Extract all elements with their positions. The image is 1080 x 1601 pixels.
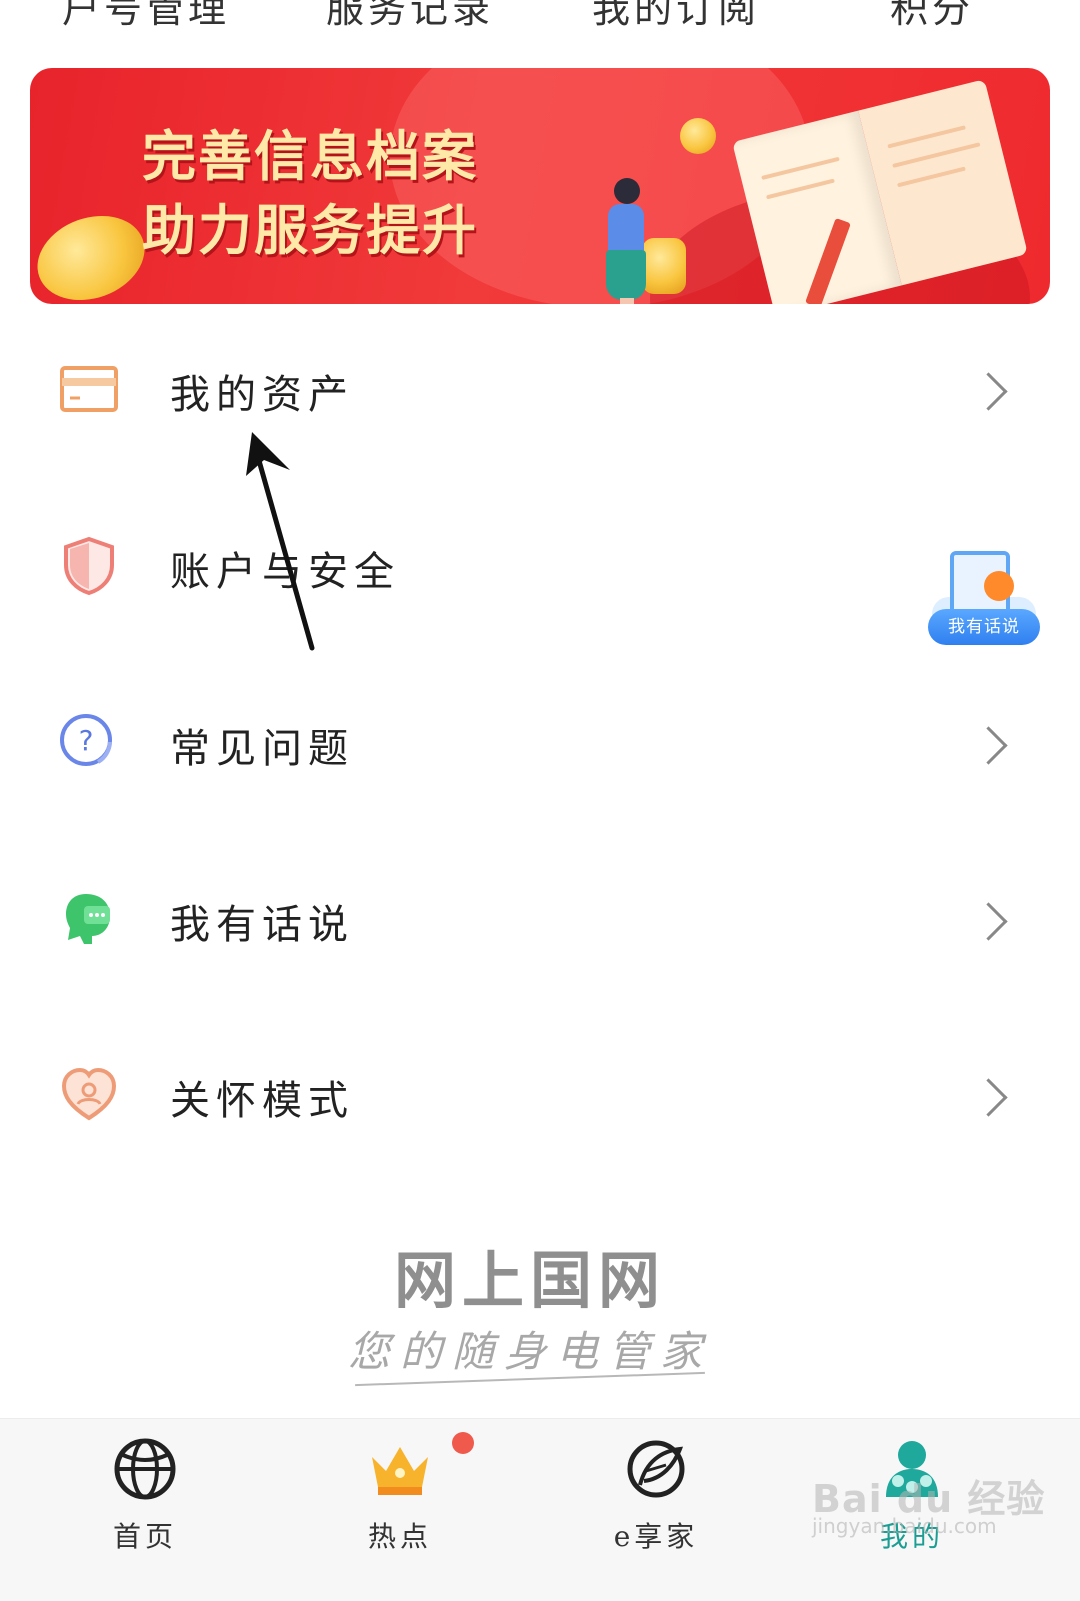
banner-title-line2: 助力服务提升 xyxy=(142,199,478,262)
chevron-right-icon xyxy=(969,902,1008,941)
menu-label: 我的资产 xyxy=(170,372,354,418)
floating-feedback-button[interactable]: 我有话说 xyxy=(928,545,1040,655)
card-icon xyxy=(60,366,118,412)
menu-item-feedback[interactable]: 我有话说 xyxy=(0,858,1080,978)
tab-points[interactable]: 积分 xyxy=(890,0,974,30)
nav-label: 首页 xyxy=(112,1520,177,1553)
coin-icon xyxy=(30,201,157,304)
promo-banner[interactable]: 完善信息档案 助力服务提升 xyxy=(30,68,1050,304)
nav-e-home[interactable]: e享家 xyxy=(556,1419,756,1601)
notification-dot xyxy=(452,1432,474,1454)
globe-icon xyxy=(114,1438,176,1500)
nav-label: e享家 xyxy=(613,1520,699,1553)
microphone-icon xyxy=(984,571,1014,601)
menu-label: 常见问题 xyxy=(170,726,354,772)
nav-label: 热点 xyxy=(367,1520,432,1553)
annotation-arrow xyxy=(246,432,315,651)
menu-item-my-assets[interactable]: 我的资产 xyxy=(0,328,1080,448)
nav-home[interactable]: 首页 xyxy=(45,1419,245,1601)
chevron-right-icon xyxy=(969,372,1008,411)
floating-feedback-label: 我有话说 xyxy=(928,609,1040,645)
leaf-icon xyxy=(627,1440,685,1498)
brand-slogan: 您的随身电管家 xyxy=(347,1327,712,1376)
banner-title-line1: 完善信息档案 xyxy=(142,125,478,188)
chat-icon xyxy=(66,894,110,944)
menu-label: 关怀模式 xyxy=(170,1078,354,1124)
crown-icon xyxy=(372,1447,428,1495)
menu-item-care-mode[interactable]: 关怀模式 xyxy=(0,1034,1080,1154)
menu-label: 我有话说 xyxy=(170,902,354,948)
menu-item-faq[interactable]: ? 常见问题 xyxy=(0,682,1080,802)
shield-icon xyxy=(64,536,114,596)
watermark-url: jingyan.baidu.com xyxy=(812,1514,997,1538)
top-tab-row: 户号管理 服务记录 我的订阅 积分 xyxy=(0,0,1080,30)
tab-service-records[interactable]: 服务记录 xyxy=(326,0,494,30)
brand-name: 网上国网 xyxy=(393,1244,666,1317)
svg-text:?: ? xyxy=(79,724,94,757)
tab-account-management[interactable]: 户号管理 xyxy=(62,0,230,30)
heart-icon xyxy=(61,1067,117,1121)
menu-item-account-security[interactable]: 账户与安全 xyxy=(0,505,1080,625)
chevron-right-icon xyxy=(969,1078,1008,1117)
chevron-right-icon xyxy=(969,726,1008,765)
person-illustration xyxy=(600,178,650,304)
coin-icon xyxy=(680,118,716,154)
question-icon: ? xyxy=(60,714,112,766)
tab-my-subscriptions[interactable]: 我的订阅 xyxy=(592,0,760,30)
